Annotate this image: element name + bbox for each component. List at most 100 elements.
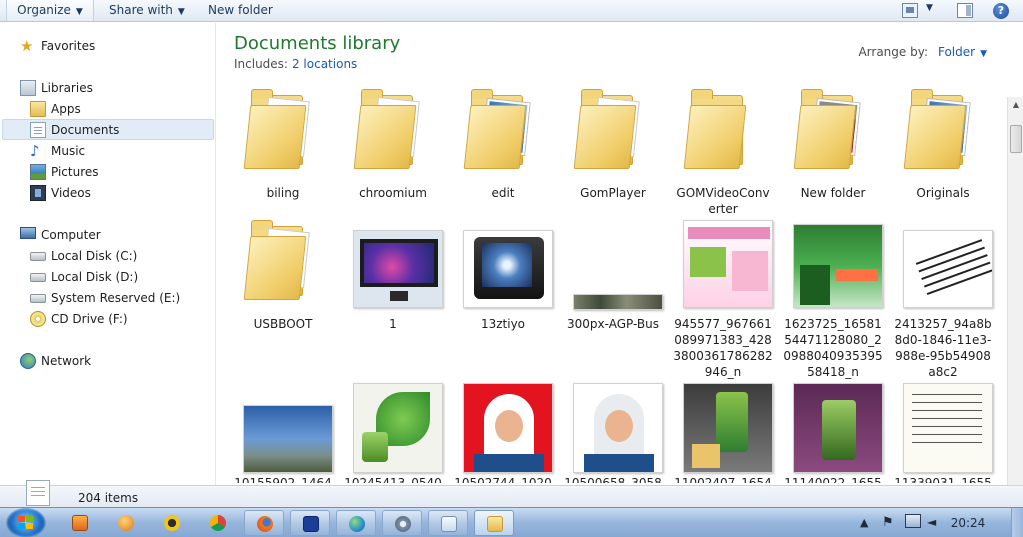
item-count: 204 items bbox=[78, 491, 139, 505]
item-name: edit bbox=[491, 186, 515, 200]
explorer-taskbar-icon[interactable] bbox=[474, 510, 514, 536]
pictures-icon bbox=[30, 164, 46, 180]
thumbnail-image bbox=[573, 383, 663, 473]
notepad-taskbar-icon[interactable] bbox=[428, 510, 468, 536]
folder-icon bbox=[243, 89, 323, 179]
organize-button[interactable]: Organize ▼ bbox=[6, 0, 94, 21]
image-thumbnail bbox=[903, 383, 993, 473]
item-name: 1623725_1658154471128080_209880409353955… bbox=[783, 317, 883, 379]
nav-documents-label: Documents bbox=[51, 123, 120, 137]
flag-app-taskbar-icon[interactable] bbox=[290, 510, 330, 536]
page-title: Documents library bbox=[234, 33, 401, 54]
thumbnail-image bbox=[463, 230, 553, 308]
thumbnail-image bbox=[243, 405, 333, 473]
preview-pane-icon[interactable] bbox=[957, 3, 973, 18]
scroll-thumb[interactable] bbox=[1010, 125, 1022, 153]
drive-icon bbox=[30, 294, 46, 303]
network-status-icon[interactable] bbox=[905, 514, 921, 528]
drive-icon bbox=[30, 273, 46, 282]
image-thumbnail bbox=[793, 220, 883, 310]
item-name: 10245413_054005 bbox=[344, 476, 442, 483]
share-with-label: Share with bbox=[109, 3, 173, 17]
nav-videos-label: Videos bbox=[51, 186, 91, 200]
thumbnail-image bbox=[903, 383, 993, 473]
action-center-flag-icon[interactable]: ⚑ bbox=[882, 515, 894, 530]
item-name: 10500658_305810 bbox=[564, 476, 662, 483]
nav-computer-label: Computer bbox=[41, 228, 101, 242]
star-icon: ★ bbox=[20, 37, 34, 55]
locations-link[interactable]: 2 locations bbox=[292, 57, 357, 71]
item-name: GOMVideoConverter bbox=[676, 186, 770, 216]
folder-icon bbox=[463, 89, 543, 179]
item-name: 2413257_94a8b8d0-1846-11e3-988e-95b54908… bbox=[894, 317, 992, 379]
item-name: 13ztiyo bbox=[480, 317, 526, 331]
item-name: 10502744_102054 bbox=[454, 476, 552, 483]
settings-app-taskbar-icon[interactable] bbox=[382, 510, 422, 536]
thumbnail-image bbox=[573, 294, 663, 310]
item-name: 11140022_165512 bbox=[784, 476, 882, 483]
image-thumbnail bbox=[793, 383, 883, 473]
chevron-down-icon[interactable]: ▼ bbox=[980, 49, 987, 59]
image-thumbnail bbox=[353, 383, 443, 473]
firefox-taskbar-icon[interactable] bbox=[244, 510, 284, 536]
video-icon bbox=[30, 185, 46, 201]
scroll-up-arrow-icon[interactable]: ▲ bbox=[1008, 97, 1023, 113]
media-player-taskbar-icon[interactable] bbox=[60, 510, 100, 536]
organize-label: Organize bbox=[17, 3, 71, 17]
nav-network-label: Network bbox=[41, 354, 92, 368]
thumbnail-image bbox=[793, 224, 883, 308]
image-thumbnail bbox=[573, 383, 663, 473]
thumbnail-image bbox=[903, 230, 993, 308]
nav-music-label: Music bbox=[51, 144, 86, 158]
item-name: biling bbox=[266, 186, 300, 200]
image-thumbnail bbox=[573, 220, 663, 310]
chrome-taskbar-icon[interactable] bbox=[198, 510, 238, 536]
documents-icon bbox=[30, 122, 46, 138]
arrange-by-label: Arrange by: bbox=[858, 45, 928, 59]
image-thumbnail bbox=[243, 383, 333, 473]
show-desktop-button[interactable] bbox=[1011, 508, 1023, 537]
image-thumbnail bbox=[463, 383, 553, 473]
image-thumbnail bbox=[903, 220, 993, 310]
drive-icon bbox=[30, 252, 46, 261]
chevron-down-icon: ▼ bbox=[177, 7, 185, 17]
navigation-pane: ★ Favorites Libraries Apps Documents ♪ M… bbox=[0, 23, 216, 485]
item-name: 10155902_146412 bbox=[234, 476, 332, 483]
nav-libraries-label: Libraries bbox=[41, 81, 93, 95]
share-with-button[interactable]: Share with ▼ bbox=[103, 0, 191, 21]
chevron-down-icon: ▼ bbox=[75, 7, 83, 17]
folder-icon bbox=[793, 89, 873, 179]
folder-icon bbox=[353, 89, 433, 179]
thumbnail-image bbox=[353, 383, 443, 473]
globe-app-taskbar-icon[interactable] bbox=[336, 510, 376, 536]
change-view-icon[interactable] bbox=[902, 3, 918, 18]
folder-icon bbox=[243, 220, 323, 310]
gom-player-taskbar-icon[interactable] bbox=[152, 510, 192, 536]
includes-label: Includes: bbox=[234, 57, 288, 71]
thumbnail-image bbox=[683, 383, 773, 473]
image-thumbnail bbox=[463, 220, 553, 310]
music-note-icon: ♪ bbox=[30, 142, 40, 160]
arrange-by-dropdown[interactable]: Folder bbox=[938, 45, 975, 59]
libraries-icon bbox=[20, 80, 36, 96]
start-button[interactable] bbox=[6, 508, 46, 537]
new-folder-button[interactable]: New folder bbox=[202, 0, 279, 21]
volume-icon[interactable]: ◄ bbox=[927, 515, 936, 529]
nav-system-reserved-label: System Reserved (E:) bbox=[51, 291, 181, 305]
orange-app-taskbar-icon[interactable] bbox=[106, 510, 146, 536]
image-thumbnail bbox=[683, 383, 773, 473]
nav-local-disk-d-label: Local Disk (D:) bbox=[51, 270, 139, 284]
help-icon[interactable]: ? bbox=[993, 3, 1009, 19]
show-hidden-icons-icon[interactable]: ▲ bbox=[860, 516, 868, 529]
item-name: 945577_967661089971383_42838003617862829… bbox=[673, 317, 773, 379]
view-options-chevron-icon[interactable]: ▼ bbox=[926, 3, 933, 13]
image-thumbnail bbox=[683, 220, 773, 310]
folder-icon bbox=[30, 101, 46, 117]
clock[interactable]: 20:24 bbox=[943, 516, 993, 530]
network-icon bbox=[20, 353, 36, 369]
nav-apps-label: Apps bbox=[51, 102, 81, 116]
item-name: 11002407_165433 bbox=[674, 476, 772, 483]
vertical-scrollbar[interactable]: ▲ bbox=[1007, 97, 1023, 485]
thumbnail-image bbox=[353, 230, 443, 308]
item-name: USBBOOT bbox=[253, 317, 313, 331]
